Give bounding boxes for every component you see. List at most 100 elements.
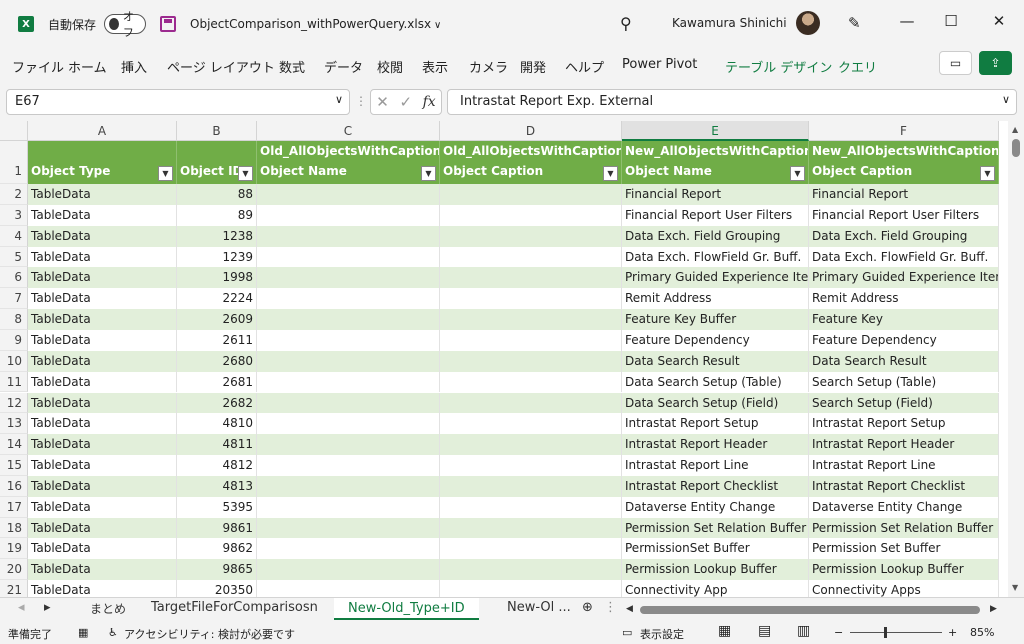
column-header-b[interactable]: B <box>177 121 257 141</box>
row-header[interactable]: 16 <box>0 475 28 497</box>
hscroll-left-icon[interactable]: ◀ <box>626 604 633 614</box>
table-cell[interactable]: TableData <box>28 246 177 268</box>
table-cell[interactable]: TableData <box>28 184 177 205</box>
row-header[interactable]: 14 <box>0 434 28 456</box>
table-cell[interactable]: 1998 <box>177 267 257 289</box>
tab-query[interactable]: クエリ <box>838 57 877 76</box>
table-cell[interactable]: 9862 <box>177 538 257 560</box>
scroll-up-icon[interactable]: ▲ <box>1012 125 1018 134</box>
display-settings-icon[interactable]: ▭ <box>622 626 632 639</box>
table-cell[interactable]: Dataverse Entity Change <box>809 496 999 518</box>
zoom-level[interactable]: 85% <box>970 626 994 639</box>
filter-dropdown-icon[interactable]: ▼ <box>790 166 805 181</box>
row-header[interactable]: 20 <box>0 559 28 581</box>
sheet-next-icon[interactable]: ▸ <box>44 600 51 615</box>
table-cell[interactable]: Intrastat Report Header <box>809 434 999 456</box>
table-cell[interactable]: TableData <box>28 267 177 289</box>
table-cell[interactable] <box>257 434 440 456</box>
table-cell[interactable]: 9865 <box>177 559 257 581</box>
filter-dropdown-icon[interactable]: ▼ <box>238 166 253 181</box>
table-cell[interactable]: TableData <box>28 288 177 310</box>
hscroll-right-icon[interactable]: ▶ <box>990 604 997 614</box>
table-cell[interactable]: 4813 <box>177 475 257 497</box>
table-cell[interactable]: Intrastat Report Setup <box>622 413 809 435</box>
table-cell[interactable] <box>440 329 622 351</box>
column-header-e[interactable]: E <box>622 121 809 141</box>
add-sheet-icon[interactable]: ⊕ <box>582 600 593 615</box>
scroll-thumb[interactable] <box>1012 139 1020 157</box>
tab-review[interactable]: 校閲 <box>377 57 403 76</box>
row-header[interactable]: 8 <box>0 309 28 330</box>
normal-view-icon[interactable]: ▦ <box>718 623 731 639</box>
table-cell[interactable] <box>440 225 622 247</box>
row-header[interactable]: 19 <box>0 538 28 560</box>
row-header[interactable]: 1 <box>0 141 28 184</box>
table-header-cell[interactable]: Object ID ▼ <box>177 141 257 184</box>
row-header[interactable]: 21 <box>0 580 28 597</box>
pen-icon[interactable]: ✎ <box>848 14 861 32</box>
table-cell[interactable]: Data Search Result <box>622 350 809 372</box>
table-cell[interactable]: Intrastat Report Line <box>622 455 809 476</box>
table-cell[interactable]: 4812 <box>177 455 257 476</box>
table-cell[interactable]: Remit Address <box>622 288 809 310</box>
table-cell[interactable]: 9861 <box>177 517 257 539</box>
row-header[interactable]: 7 <box>0 288 28 310</box>
table-cell[interactable]: TableData <box>28 496 177 518</box>
chevron-down-icon[interactable]: ∨ <box>1002 93 1010 106</box>
table-cell[interactable] <box>257 225 440 247</box>
table-cell[interactable] <box>257 496 440 518</box>
table-cell[interactable] <box>257 288 440 310</box>
zoom-out-icon[interactable]: − <box>834 626 843 639</box>
table-cell[interactable]: Intrastat Report Setup <box>809 413 999 435</box>
table-cell[interactable] <box>440 288 622 310</box>
vertical-scrollbar[interactable]: ▲ ▼ <box>1008 121 1024 597</box>
row-header[interactable]: 13 <box>0 413 28 435</box>
accessibility-icon[interactable]: ♿ <box>108 626 118 639</box>
table-cell[interactable]: Permission Lookup Buffer <box>622 559 809 581</box>
cancel-icon[interactable]: ✕ <box>376 93 389 111</box>
table-cell[interactable]: Financial Report <box>809 184 999 205</box>
page-break-view-icon[interactable]: ▥ <box>797 623 810 639</box>
tab-insert[interactable]: 挿入 <box>121 57 147 76</box>
filter-dropdown-icon[interactable]: ▼ <box>158 166 173 181</box>
table-cell[interactable]: 2611 <box>177 329 257 351</box>
table-cell[interactable]: Financial Report User Filters <box>622 204 809 226</box>
table-cell[interactable]: Search Setup (Field) <box>809 392 999 414</box>
table-cell[interactable]: Data Search Setup (Table) <box>622 371 809 393</box>
table-cell[interactable]: TableData <box>28 538 177 560</box>
tab-page-layout[interactable]: ページ レイアウト <box>167 57 275 76</box>
table-cell[interactable] <box>257 538 440 560</box>
table-cell[interactable]: Feature Dependency <box>809 329 999 351</box>
accessibility-status[interactable]: アクセシビリティ: 検討が必要です <box>124 626 295 642</box>
table-cell[interactable] <box>440 392 622 414</box>
minimize-icon[interactable]: — <box>895 12 919 30</box>
table-cell[interactable] <box>257 517 440 539</box>
column-header-d[interactable]: D <box>440 121 622 141</box>
table-cell[interactable]: TableData <box>28 455 177 476</box>
tab-help[interactable]: ヘルプ <box>565 57 604 76</box>
close-icon[interactable]: ✕ <box>987 12 1011 30</box>
table-cell[interactable] <box>440 309 622 330</box>
tab-file[interactable]: ファイル <box>12 57 64 76</box>
row-header[interactable]: 10 <box>0 350 28 372</box>
table-header-cell[interactable]: Old_AllObjectsWithCaption. Object Caption… <box>440 141 622 184</box>
table-cell[interactable]: Intrastat Report Line <box>809 455 999 476</box>
sheet-tab-new-old-more[interactable]: New-Ol ... <box>507 600 571 615</box>
table-cell[interactable]: Search Setup (Table) <box>809 371 999 393</box>
tab-data[interactable]: データ <box>324 57 363 76</box>
tab-camera[interactable]: カメラ <box>469 57 508 76</box>
zoom-slider[interactable] <box>850 632 942 633</box>
table-cell[interactable] <box>257 204 440 226</box>
table-cell[interactable] <box>440 267 622 289</box>
table-cell[interactable]: TableData <box>28 413 177 435</box>
table-cell[interactable]: TableData <box>28 475 177 497</box>
table-cell[interactable]: Data Search Setup (Field) <box>622 392 809 414</box>
sheet-prev-icon[interactable]: ◂ <box>18 600 25 615</box>
table-cell[interactable] <box>440 580 622 597</box>
table-cell[interactable]: Intrastat Report Header <box>622 434 809 456</box>
table-cell[interactable]: Data Exch. Field Grouping <box>622 225 809 247</box>
display-settings[interactable]: 表示設定 <box>640 626 684 642</box>
table-cell[interactable]: Feature Dependency <box>622 329 809 351</box>
table-cell[interactable]: Dataverse Entity Change <box>622 496 809 518</box>
table-header-cell[interactable]: New_AllObjectsWithCaption. Object Caption… <box>809 141 999 184</box>
